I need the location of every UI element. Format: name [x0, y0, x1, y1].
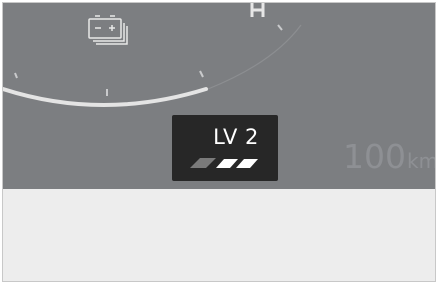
- instrument-cluster: LV 2 100 km: [3, 3, 436, 189]
- high-beam-icon: [250, 3, 265, 17]
- lower-panel: [3, 189, 435, 281]
- gauge-rim-right: [207, 24, 302, 90]
- lv-label: LV 2: [213, 125, 259, 149]
- speed-value: 100: [343, 137, 406, 176]
- speed-unit: km: [407, 149, 436, 173]
- screenshot-frame: LV 2 100 km: [2, 2, 436, 282]
- lv-indicator: LV 2: [172, 115, 278, 181]
- lane-level-stripes-icon: [190, 158, 258, 168]
- gauge-tick: [199, 70, 204, 78]
- gauge-arc: [3, 87, 208, 107]
- battery-icon: [88, 15, 128, 45]
- gauge-tick: [14, 72, 18, 79]
- gauge-tick: [277, 24, 283, 31]
